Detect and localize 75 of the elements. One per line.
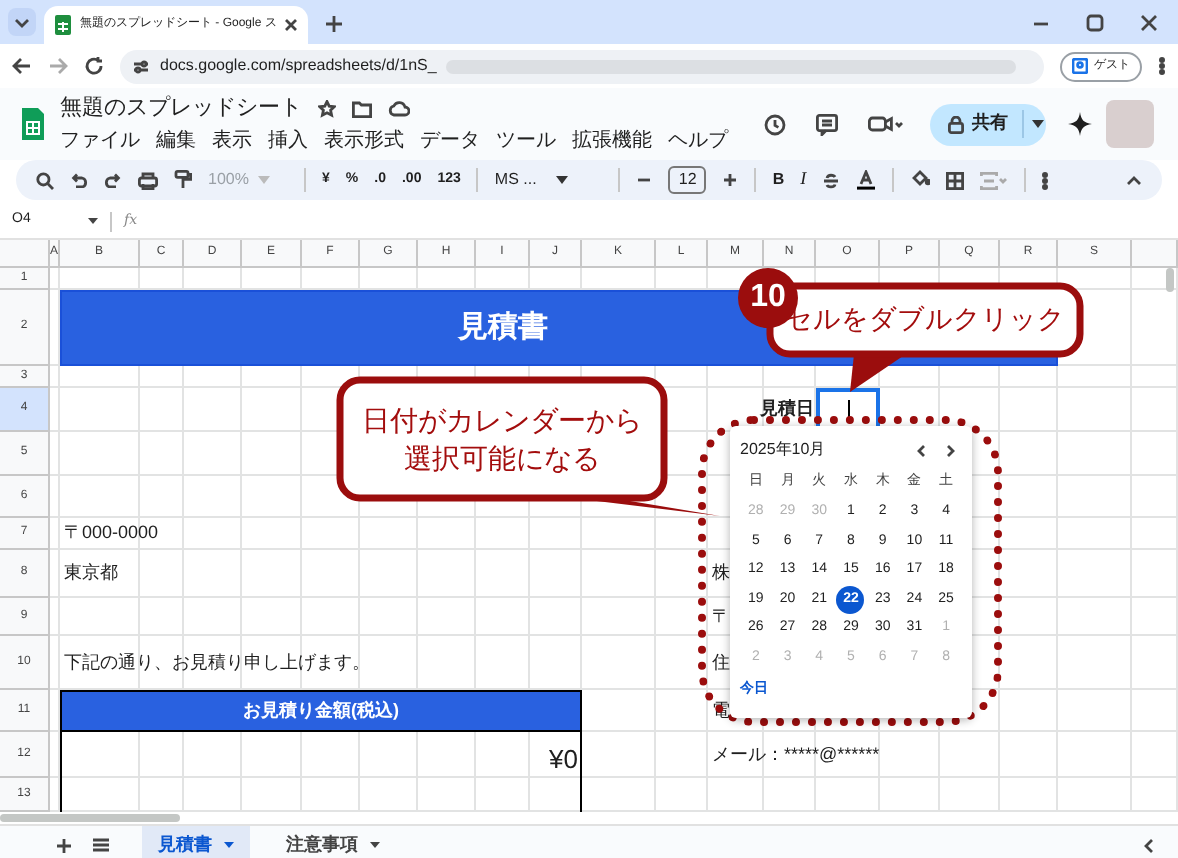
text-cursor	[847, 400, 849, 420]
sheets-logo-icon[interactable]	[54, 14, 72, 36]
person-icon[interactable]	[1072, 58, 1088, 74]
address-field[interactable]: docs.google.com/spreadsheets/d/1nS_	[120, 49, 1044, 83]
site-settings-icon[interactable]	[132, 57, 150, 75]
borders-icon[interactable]	[946, 171, 965, 189]
sparkle-icon[interactable]	[1068, 112, 1092, 136]
cell-text: 〒000-0000	[64, 520, 159, 547]
sheet-tab[interactable]: 注意事項	[270, 826, 396, 858]
field-label: 見積日	[764, 396, 816, 423]
reload-icon[interactable]	[84, 56, 104, 76]
more-icon[interactable]	[1158, 56, 1166, 76]
chevron-left-icon[interactable]	[916, 443, 926, 457]
month-label: 2025年10月	[740, 438, 828, 462]
search-icon[interactable]	[36, 171, 54, 189]
strikethrough-icon[interactable]	[822, 171, 841, 189]
undo-icon[interactable]	[70, 172, 88, 188]
menu-item[interactable]: ツール	[496, 126, 556, 157]
document-title[interactable]: 無題のスプレッドシート	[60, 91, 302, 125]
bold-button[interactable]: B	[772, 168, 785, 192]
cell-text: メール：*****@******	[712, 741, 880, 768]
caret-icon[interactable]	[224, 842, 234, 848]
sheet-list-icon[interactable]	[92, 838, 110, 852]
sheet-tab[interactable]: 見積書	[142, 826, 250, 858]
folder-icon[interactable]	[352, 99, 372, 117]
caret-icon[interactable]	[1032, 120, 1044, 128]
new-tab-icon[interactable]	[324, 14, 345, 34]
amount-header: お見積り金額(税込)	[60, 690, 582, 732]
more-icon[interactable]	[1042, 171, 1049, 189]
add-sheet-icon[interactable]	[56, 837, 72, 853]
maximize-icon[interactable]	[1086, 14, 1104, 32]
menu-item[interactable]: 挿入	[268, 126, 308, 157]
tab-list-icon[interactable]	[8, 8, 36, 36]
back-icon[interactable]	[12, 56, 32, 76]
cloud-icon[interactable]	[388, 99, 410, 117]
cell-text: 〒	[712, 603, 730, 630]
caret-icon[interactable]	[556, 176, 569, 184]
caret-icon[interactable]	[88, 218, 98, 224]
history-icon[interactable]	[764, 113, 786, 135]
close-icon[interactable]	[1140, 14, 1158, 32]
print-icon[interactable]	[138, 171, 158, 189]
share-button[interactable]: 共有	[930, 103, 1046, 145]
menu-item[interactable]: データ	[420, 126, 480, 157]
fill-color-icon[interactable]	[910, 170, 931, 190]
cell-text: 株	[712, 560, 730, 587]
sheets-logo-icon[interactable]	[20, 106, 46, 142]
font-select[interactable]: MS ...	[494, 168, 603, 192]
text-color-icon[interactable]	[856, 170, 877, 190]
menu-item[interactable]: 拡張機能	[572, 126, 652, 157]
menu-item[interactable]: 表示	[212, 126, 252, 157]
menu-item[interactable]: ヘルプ	[668, 126, 728, 157]
redo-icon[interactable]	[104, 172, 122, 188]
star-icon[interactable]	[318, 99, 336, 117]
collapse-icon[interactable]	[1126, 174, 1142, 186]
side-panel-icon[interactable]	[1144, 837, 1154, 853]
menu-item[interactable]: 表示形式	[324, 126, 404, 157]
paint-format-icon[interactable]	[174, 170, 192, 190]
merge-cells-icon[interactable]	[980, 171, 1009, 189]
url-text: docs.google.com/spreadsheets/d/1nS_	[160, 54, 437, 78]
cell-text: 東京都	[64, 560, 118, 587]
close-icon[interactable]	[284, 18, 299, 32]
cell-text: 下記の通り、お見積り申し上げます。	[64, 649, 370, 676]
cell-text: 住	[712, 649, 730, 676]
callout-text: 日付がカレンダーから選択可能になる	[360, 401, 644, 477]
amount-cell: ¥0	[60, 732, 582, 812]
plus-icon[interactable]	[722, 172, 739, 188]
menu-item[interactable]: 編集	[156, 126, 196, 157]
caret-icon[interactable]	[370, 842, 380, 848]
font-size-field[interactable]: 12	[668, 166, 707, 194]
menu-item[interactable]: ファイル	[60, 126, 140, 157]
video-call-icon[interactable]	[868, 114, 904, 134]
lock-icon[interactable]	[948, 115, 964, 133]
italic-button[interactable]: I	[800, 166, 807, 194]
comment-icon[interactable]	[816, 113, 838, 135]
chevron-right-icon[interactable]	[946, 443, 956, 457]
